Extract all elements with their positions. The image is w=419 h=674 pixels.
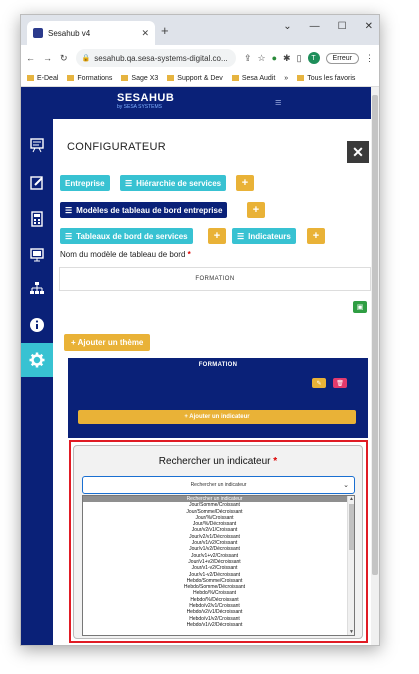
tab-hierarchie[interactable]: ☰ Hiérarchie de services — [120, 175, 227, 191]
error-button[interactable]: Erreur — [325, 52, 359, 64]
indicator-select[interactable]: Rechercher un indicateur ⌄ — [82, 476, 355, 494]
bookmark-item[interactable]: Sesa Audit — [231, 75, 275, 82]
bookmark-item[interactable]: Tous les favoris — [297, 75, 355, 82]
menu-icon[interactable]: ⋮ — [365, 53, 374, 64]
search-indicator-modal: Rechercher un indicateur * Rechercher un… — [73, 445, 363, 639]
maximize-icon[interactable]: ☐ — [338, 21, 347, 32]
close-tab-icon[interactable]: ✕ — [141, 28, 149, 39]
address-bar: ← → ↻ 🔒 sesahub.qa.sesa-systems-digital.… — [21, 45, 379, 71]
theme-title: FORMATION — [198, 362, 238, 368]
theme-card: FORMATION ✎ 🗑 + Ajouter un indicateur — [68, 358, 368, 438]
browser-window: Sesahub v4 ✕ + ⌄ — ☐ ✕ ← → ↻ 🔒 sesahub.q… — [20, 14, 380, 646]
bookmarks-bar: E-Deal Formations Sage X3 Support & Dev … — [21, 71, 379, 87]
app-logo[interactable]: SESAHUB by SESA SYSTEMS — [117, 92, 174, 110]
add-hierarchie-button[interactable]: + — [236, 175, 254, 191]
chevron-down-icon: ⌄ — [343, 482, 349, 489]
calculator-icon[interactable] — [21, 203, 53, 235]
indicator-option[interactable]: Hebdo/v1/v2/Décroissant — [83, 622, 354, 628]
sidebar — [21, 119, 53, 645]
monitor-icon[interactable] — [21, 239, 53, 271]
info-icon[interactable] — [21, 309, 53, 341]
bookmark-item[interactable]: Sage X3 — [121, 75, 158, 82]
tab-title: Sesahub v4 — [48, 28, 91, 38]
tab-entreprise[interactable]: Entreprise — [60, 175, 110, 191]
favicon-icon — [33, 28, 43, 38]
modal-title: Rechercher un indicateur * — [158, 456, 278, 467]
add-tableau-button[interactable]: + — [208, 228, 226, 244]
sidepanel-icon[interactable]: ▯ — [297, 53, 302, 64]
bookmarks-overflow[interactable]: » — [284, 75, 288, 82]
add-indicateur-button[interactable]: + — [307, 228, 325, 244]
page-title: CONFIGURATEUR — [67, 141, 167, 153]
scroll-down-icon[interactable]: ▼ — [349, 629, 354, 635]
bookmark-item[interactable]: Support & Dev — [167, 75, 223, 82]
list-icon: ☰ — [65, 205, 73, 215]
save-icon[interactable]: ▣ — [353, 301, 367, 313]
edit-report-icon[interactable] — [21, 167, 53, 199]
list-icon: ☰ — [125, 178, 133, 188]
minimize-icon[interactable]: — — [310, 21, 320, 32]
forward-icon[interactable]: → — [43, 53, 52, 63]
window-controls: ⌄ — ☐ ✕ — [283, 21, 373, 32]
tab-modeles[interactable]: ☰ Modèles de tableau de bord entreprise — [60, 202, 228, 218]
hamburger-menu-icon[interactable]: ≡ — [275, 97, 281, 109]
bookmark-item[interactable]: Formations — [67, 75, 112, 82]
url-field[interactable]: 🔒 sesahub.qa.sesa-systems-digital.co... — [75, 49, 236, 67]
board-icon[interactable] — [21, 129, 53, 161]
bookmark-item[interactable]: E-Deal — [27, 75, 58, 82]
list-icon: ☰ — [237, 231, 245, 241]
settings-icon[interactable] — [21, 343, 53, 377]
configurator-panel: CONFIGURATEUR ✕ Entreprise ☰ Hiérarchie d… — [53, 119, 373, 645]
add-indicator-button[interactable]: + Ajouter un indicateur — [78, 410, 356, 424]
back-icon[interactable]: ← — [26, 53, 35, 63]
reload-icon[interactable]: ↻ — [60, 53, 68, 64]
page-scrollbar[interactable] — [371, 87, 379, 645]
model-name-field[interactable]: FORMATION — [59, 267, 371, 291]
field-label: Nom du modèle de tableau de bord * — [60, 250, 191, 259]
tab-bar: Sesahub v4 ✕ + ⌄ — ☐ ✕ — [21, 15, 379, 45]
add-modele-button[interactable]: + — [247, 202, 265, 218]
tab-search-icon[interactable]: ⌄ — [283, 21, 291, 32]
url-text: sesahub.qa.sesa-systems-digital.co... — [94, 53, 228, 63]
list-scrollbar[interactable]: ▲ ▼ — [347, 496, 354, 635]
indicator-options-list[interactable]: Rechercher un indicateur Jour/Somme/Crois… — [82, 495, 355, 636]
tab-tableaux[interactable]: ☰ Tableaux de bord de services — [60, 228, 193, 244]
trash-icon[interactable]: 🗑 — [333, 378, 347, 388]
tab-indicateurs[interactable]: ☰ Indicateurs — [232, 228, 296, 244]
scroll-thumb[interactable] — [349, 504, 354, 550]
add-theme-button[interactable]: + Ajouter un thème — [64, 334, 151, 351]
hierarchy-icon[interactable] — [21, 273, 53, 305]
list-icon: ☰ — [65, 231, 73, 241]
close-button[interactable]: ✕ — [347, 141, 369, 163]
close-window-icon[interactable]: ✕ — [365, 21, 373, 32]
puzzle-icon[interactable]: ✱ — [283, 53, 291, 64]
lock-icon[interactable]: 🔒 — [82, 54, 91, 62]
app-header: SESAHUB by SESA SYSTEMS ≡ — [21, 87, 379, 119]
page-scroll-thumb[interactable] — [372, 95, 378, 575]
avatar[interactable]: T — [307, 52, 320, 64]
new-tab-icon[interactable]: + — [161, 23, 169, 38]
extensions-area: ⇪ ☆ ● ✱ ▯ T Erreur ⋮ — [244, 52, 374, 64]
scroll-up-icon[interactable]: ▲ — [349, 496, 354, 502]
star-icon[interactable]: ☆ — [258, 53, 266, 64]
browser-tab[interactable]: Sesahub v4 ✕ — [27, 21, 155, 45]
share-icon[interactable]: ⇪ — [244, 53, 252, 64]
edit-icon[interactable]: ✎ — [312, 378, 326, 388]
shield-icon[interactable]: ● — [272, 53, 277, 63]
